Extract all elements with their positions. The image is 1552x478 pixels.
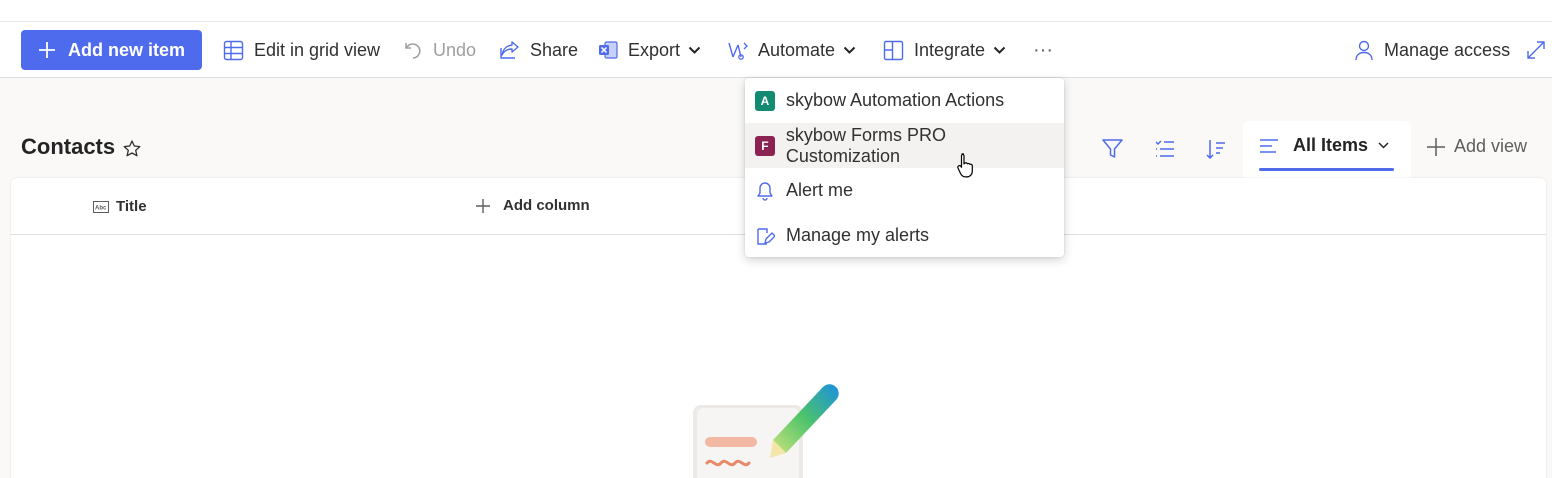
export-button[interactable]: Export [598, 22, 701, 78]
menu-item-label: Manage my alerts [786, 225, 930, 245]
menu-item-skybow-automation-actions[interactable]: A skybow Automation Actions [745, 78, 1064, 123]
export-label: Export [628, 39, 681, 60]
automate-label: Automate [758, 39, 836, 60]
svg-text:Abc: Abc [95, 205, 107, 211]
grid-icon [223, 40, 244, 60]
empty-list-illustration [693, 384, 839, 478]
active-view-underline [1259, 168, 1394, 171]
add-new-item-label: Add new item [67, 39, 185, 60]
add-column-button[interactable]: Add column [475, 197, 590, 214]
integrate-icon [883, 40, 904, 60]
excel-icon [599, 41, 618, 59]
column-header-title[interactable]: Abc Title [93, 198, 147, 215]
manage-access-label: Manage access [1384, 39, 1511, 60]
sort-icon[interactable] [1205, 138, 1227, 160]
automate-dropdown-menu: A skybow Automation Actions F skybow For… [745, 78, 1064, 257]
menu-item-label: skybow Automation Actions [786, 90, 1005, 110]
more-options-icon: ··· [1033, 38, 1053, 61]
integrate-button[interactable]: Integrate [883, 22, 1006, 78]
share-label: Share [530, 39, 579, 60]
automate-flow-icon [728, 42, 748, 60]
share-icon [500, 41, 519, 59]
chevron-down-icon [993, 46, 1006, 54]
edit-grid-view-button[interactable]: Edit in grid view [223, 22, 380, 78]
hand-pointer-cursor-icon [957, 153, 973, 178]
undo-icon [405, 43, 421, 59]
expand-icon [1527, 41, 1545, 59]
top-strip [0, 0, 1552, 22]
menu-item-label: Alert me [786, 180, 854, 200]
menu-item-label: skybow Forms PRO Customization [785, 124, 946, 166]
add-view-button[interactable]: Add view [1426, 136, 1527, 157]
plus-icon [1427, 137, 1445, 156]
person-icon [1355, 40, 1373, 60]
list-view-icon [1260, 138, 1278, 153]
more-options-button[interactable]: ··· [1033, 22, 1053, 78]
chevron-down-icon [1378, 142, 1389, 149]
menu-item-manage-my-alerts[interactable]: Manage my alerts [745, 213, 1064, 258]
add-column-label: Add column [503, 197, 590, 214]
skybow-automation-app-icon: A [755, 90, 775, 111]
favorite-star-icon[interactable] [122, 139, 142, 159]
menu-item-alert-me[interactable]: Alert me [745, 168, 1064, 213]
chevron-down-icon [843, 46, 856, 54]
add-view-label: Add view [1454, 136, 1528, 156]
edit-grid-view-label: Edit in grid view [254, 39, 381, 60]
expand-button[interactable] [1526, 22, 1546, 78]
automate-button[interactable]: Automate [727, 22, 856, 78]
share-button[interactable]: Share [499, 22, 578, 78]
chevron-down-icon [688, 46, 701, 54]
view-selector-all-items[interactable]: All Items [1243, 121, 1411, 178]
skybow-forms-app-icon: F [755, 135, 775, 156]
text-field-icon: Abc [93, 200, 109, 213]
filter-icon[interactable] [1101, 138, 1124, 160]
plus-icon [38, 42, 55, 58]
page-title: Contacts [21, 134, 116, 159]
command-bar: Add new item Edit in grid view Undo Shar… [0, 22, 1552, 78]
current-view-label: All Items [1293, 135, 1369, 155]
group-by-icon[interactable] [1154, 138, 1176, 160]
menu-item-skybow-forms-pro-customization[interactable]: F skybow Forms PRO Customization [745, 123, 1064, 168]
plus-icon [476, 198, 490, 213]
undo-label: Undo [433, 39, 477, 60]
bell-icon [757, 181, 773, 201]
column-title-label: Title [116, 198, 147, 215]
add-new-item-button[interactable]: Add new item [21, 30, 202, 70]
manage-access-button[interactable]: Manage access [1354, 22, 1510, 78]
integrate-label: Integrate [914, 39, 986, 60]
edit-alert-icon [757, 227, 775, 245]
undo-button[interactable]: Undo [403, 22, 476, 78]
